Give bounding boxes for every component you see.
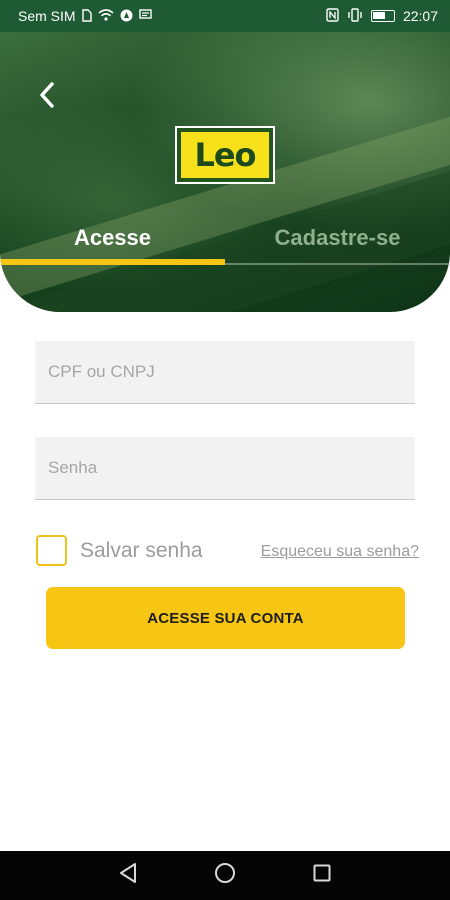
- status-bar: Sem SIM 22:07: [0, 0, 450, 32]
- logo-text: Leo: [181, 132, 269, 178]
- clock: 22:07: [402, 8, 438, 24]
- tab-login[interactable]: Acesse: [0, 210, 225, 266]
- password-input[interactable]: [48, 458, 415, 478]
- circle-home-icon: [214, 862, 236, 889]
- back-button[interactable]: [30, 80, 64, 114]
- login-button[interactable]: ACESSE SUA CONTA: [46, 587, 405, 649]
- remember-label: Salvar senha: [80, 538, 203, 562]
- nfc-icon: [326, 8, 339, 24]
- message-icon: [138, 9, 152, 23]
- brand-logo: Leo: [175, 126, 275, 184]
- sim-icon: [81, 8, 92, 24]
- password-field[interactable]: [35, 437, 415, 500]
- nav-recents-button[interactable]: [302, 856, 342, 896]
- hero-header: Leo Acesse Cadastre-se: [0, 32, 450, 312]
- alert-icon: [120, 9, 133, 24]
- triangle-back-icon: [118, 862, 138, 889]
- document-field[interactable]: [35, 341, 415, 404]
- wifi-icon: [98, 9, 114, 23]
- auth-tabs: Acesse Cadastre-se: [0, 210, 450, 266]
- nav-back-button[interactable]: [108, 856, 148, 896]
- tab-signup[interactable]: Cadastre-se: [225, 210, 450, 266]
- remember-checkbox[interactable]: [36, 535, 67, 566]
- carrier-label: Sem SIM: [18, 8, 76, 24]
- system-nav-bar: [0, 851, 450, 900]
- forgot-password-link[interactable]: Esqueceu sua senha?: [261, 543, 419, 561]
- nav-home-button[interactable]: [205, 856, 245, 896]
- tab-divider-line: [225, 263, 450, 265]
- square-recents-icon: [313, 864, 331, 887]
- status-left: Sem SIM: [18, 8, 152, 24]
- chevron-left-icon: [38, 81, 56, 113]
- vibrate-icon: [347, 8, 363, 24]
- battery-icon: [370, 10, 395, 22]
- remember-password[interactable]: Salvar senha: [36, 535, 203, 566]
- tab-active-indicator: [0, 259, 225, 265]
- status-right: 22:07: [326, 8, 438, 24]
- document-input[interactable]: [48, 362, 415, 382]
